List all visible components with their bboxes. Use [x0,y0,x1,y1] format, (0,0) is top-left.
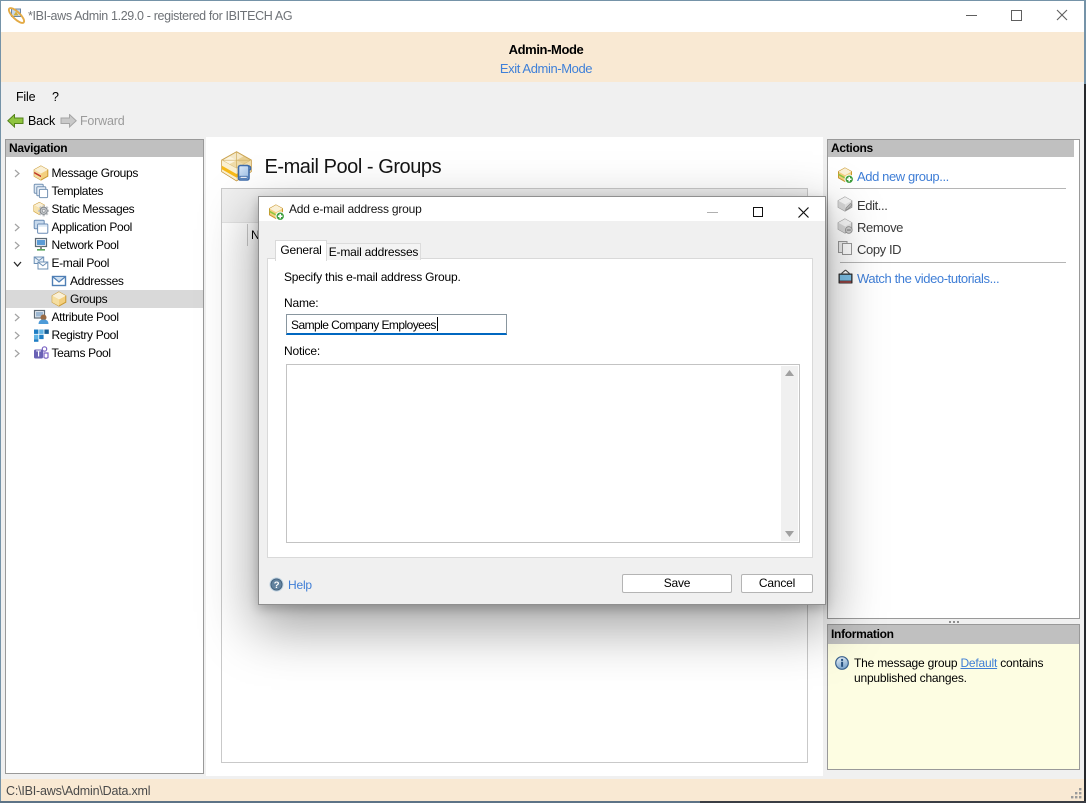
svg-text:?: ? [274,580,280,591]
svg-text:T: T [36,350,41,359]
